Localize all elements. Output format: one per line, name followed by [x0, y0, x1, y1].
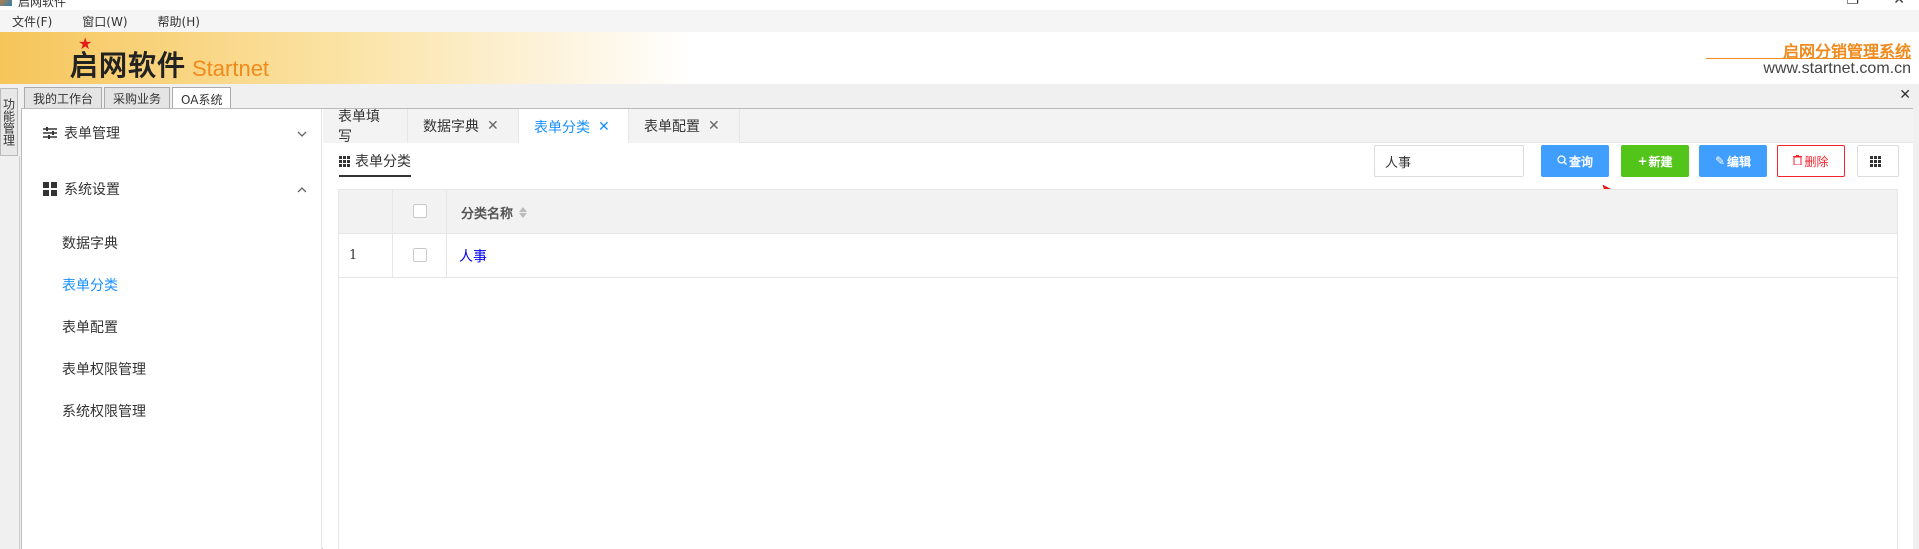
panel-title-text: 表单分类: [355, 154, 411, 170]
sliders-icon: [42, 125, 58, 141]
menu-window[interactable]: 窗口(W): [82, 13, 127, 30]
delete-button[interactable]: 删除: [1777, 145, 1845, 177]
menu-file[interactable]: 文件(F): [12, 13, 52, 30]
plus-icon: +: [1637, 154, 1648, 168]
edit-label: 编辑: [1727, 154, 1752, 169]
columns-toggle-button[interactable]: [1857, 145, 1899, 177]
row-index-cell: 1: [339, 234, 393, 277]
row-checkbox-cell: [393, 234, 447, 277]
column-header-label: 分类名称: [461, 207, 514, 222]
grid-icon: [339, 155, 350, 167]
header-checkbox-cell: [393, 190, 447, 233]
sidebar: 表单管理 系统设置 数据字典 表单分类 表单配置 表单权限管理 系统权限管理: [22, 109, 322, 549]
panel-title: 表单分类: [339, 151, 411, 177]
logo-cn: 启网软件: [70, 49, 187, 82]
column-header-category-name[interactable]: 分类名称: [461, 203, 528, 222]
tab-label: 表单分类: [534, 119, 590, 136]
trash-icon: [1793, 154, 1803, 168]
close-icon[interactable]: ✕: [487, 118, 499, 134]
query-label: 查询: [1568, 154, 1593, 169]
sidebar-item-form-category[interactable]: 表单分类: [62, 275, 118, 295]
tab-label: 表单填写: [338, 109, 380, 145]
app-window: 启网软件 ❐ ✕ 文件(F) 窗口(W) 帮助(H) ★ 启网软件 Startn…: [0, 0, 1919, 549]
main-panel: 表单分类 查询 + 新建 ✎ 编辑 删除: [323, 143, 1913, 549]
workspace-tabs: 我的工作台 采购业务 OA系统: [24, 87, 232, 110]
content-frame: 表单管理 系统设置 数据字典 表单分类 表单配置 表单权限管理 系统权限管理 表…: [21, 108, 1913, 549]
close-icon[interactable]: ✕: [598, 119, 610, 135]
app-icon: [0, 0, 12, 6]
restore-icon[interactable]: ❐: [1846, 0, 1859, 8]
category-name-link[interactable]: 人事: [459, 246, 487, 266]
query-button[interactable]: 查询: [1541, 145, 1609, 177]
title-bar: 启网软件 ❐ ✕: [0, 0, 1919, 10]
sidebar-group-form-management[interactable]: 表单管理: [42, 123, 307, 143]
menu-bar: 文件(F) 窗口(W) 帮助(H): [0, 10, 1919, 32]
page-tabs: 表单填写 数据字典 ✕ 表单分类 ✕ 表单配置 ✕: [323, 109, 1913, 145]
apps-grid-icon: [42, 181, 58, 197]
logo-en: Startnet: [192, 56, 270, 81]
row-checkbox[interactable]: [413, 248, 427, 262]
tab-form-config[interactable]: 表单配置 ✕: [629, 109, 740, 143]
tab-form-fill[interactable]: 表单填写: [323, 109, 408, 145]
search-input[interactable]: [1374, 145, 1524, 177]
divider: [1706, 58, 1911, 59]
close-workspace-icon[interactable]: ✕: [1899, 87, 1911, 103]
window-title: 启网软件: [18, 0, 67, 9]
tab-workbench[interactable]: 我的工作台: [24, 87, 103, 109]
select-all-checkbox[interactable]: [413, 204, 427, 218]
table-header: 分类名称: [339, 190, 1897, 234]
new-button[interactable]: + 新建: [1621, 145, 1689, 177]
table-row: 1 人事: [339, 234, 1897, 278]
pencil-icon: ✎: [1714, 154, 1726, 168]
chevron-up-icon: [297, 182, 307, 196]
side-strip: [0, 156, 20, 549]
company-url: www.startnet.com.cn: [1763, 60, 1911, 77]
tab-label: 表单配置: [644, 119, 700, 135]
sidebar-item-form-permissions[interactable]: 表单权限管理: [62, 359, 146, 379]
sidebar-item-data-dictionary[interactable]: 数据字典: [62, 233, 118, 253]
close-window-icon[interactable]: ✕: [1893, 0, 1905, 8]
search-icon: [1557, 154, 1567, 168]
banner: ★ 启网软件 Startnet 启网分销管理系统 www.startnet.co…: [0, 32, 1919, 84]
tab-data-dictionary[interactable]: 数据字典 ✕: [408, 109, 519, 143]
category-table: 分类名称 1 人事: [338, 189, 1898, 549]
delete-label: 删除: [1804, 154, 1829, 169]
side-tab-label: 功能管理: [1, 98, 16, 146]
sidebar-group-label: 表单管理: [64, 126, 120, 142]
sidebar-group-label: 系统设置: [64, 182, 120, 198]
tab-oa-system[interactable]: OA系统: [172, 87, 232, 110]
header-index-cell: [339, 190, 393, 233]
grid-icon: [1870, 155, 1881, 167]
side-tab-function-management[interactable]: 功能管理: [0, 88, 18, 156]
tab-form-category[interactable]: 表单分类 ✕: [519, 109, 629, 144]
menu-help[interactable]: 帮助(H): [158, 13, 200, 30]
sidebar-group-system-settings[interactable]: 系统设置: [42, 179, 307, 199]
tab-label: 数据字典: [423, 119, 479, 135]
new-label: 新建: [1648, 154, 1673, 169]
tab-purchasing[interactable]: 采购业务: [104, 87, 171, 109]
chevron-down-icon: [297, 126, 307, 140]
sort-icon[interactable]: [519, 207, 528, 218]
row-index: 1: [349, 248, 358, 263]
close-icon[interactable]: ✕: [708, 118, 720, 134]
edit-button[interactable]: ✎ 编辑: [1699, 145, 1767, 177]
sidebar-item-form-config[interactable]: 表单配置: [62, 317, 118, 337]
sidebar-item-system-permissions[interactable]: 系统权限管理: [62, 401, 146, 421]
